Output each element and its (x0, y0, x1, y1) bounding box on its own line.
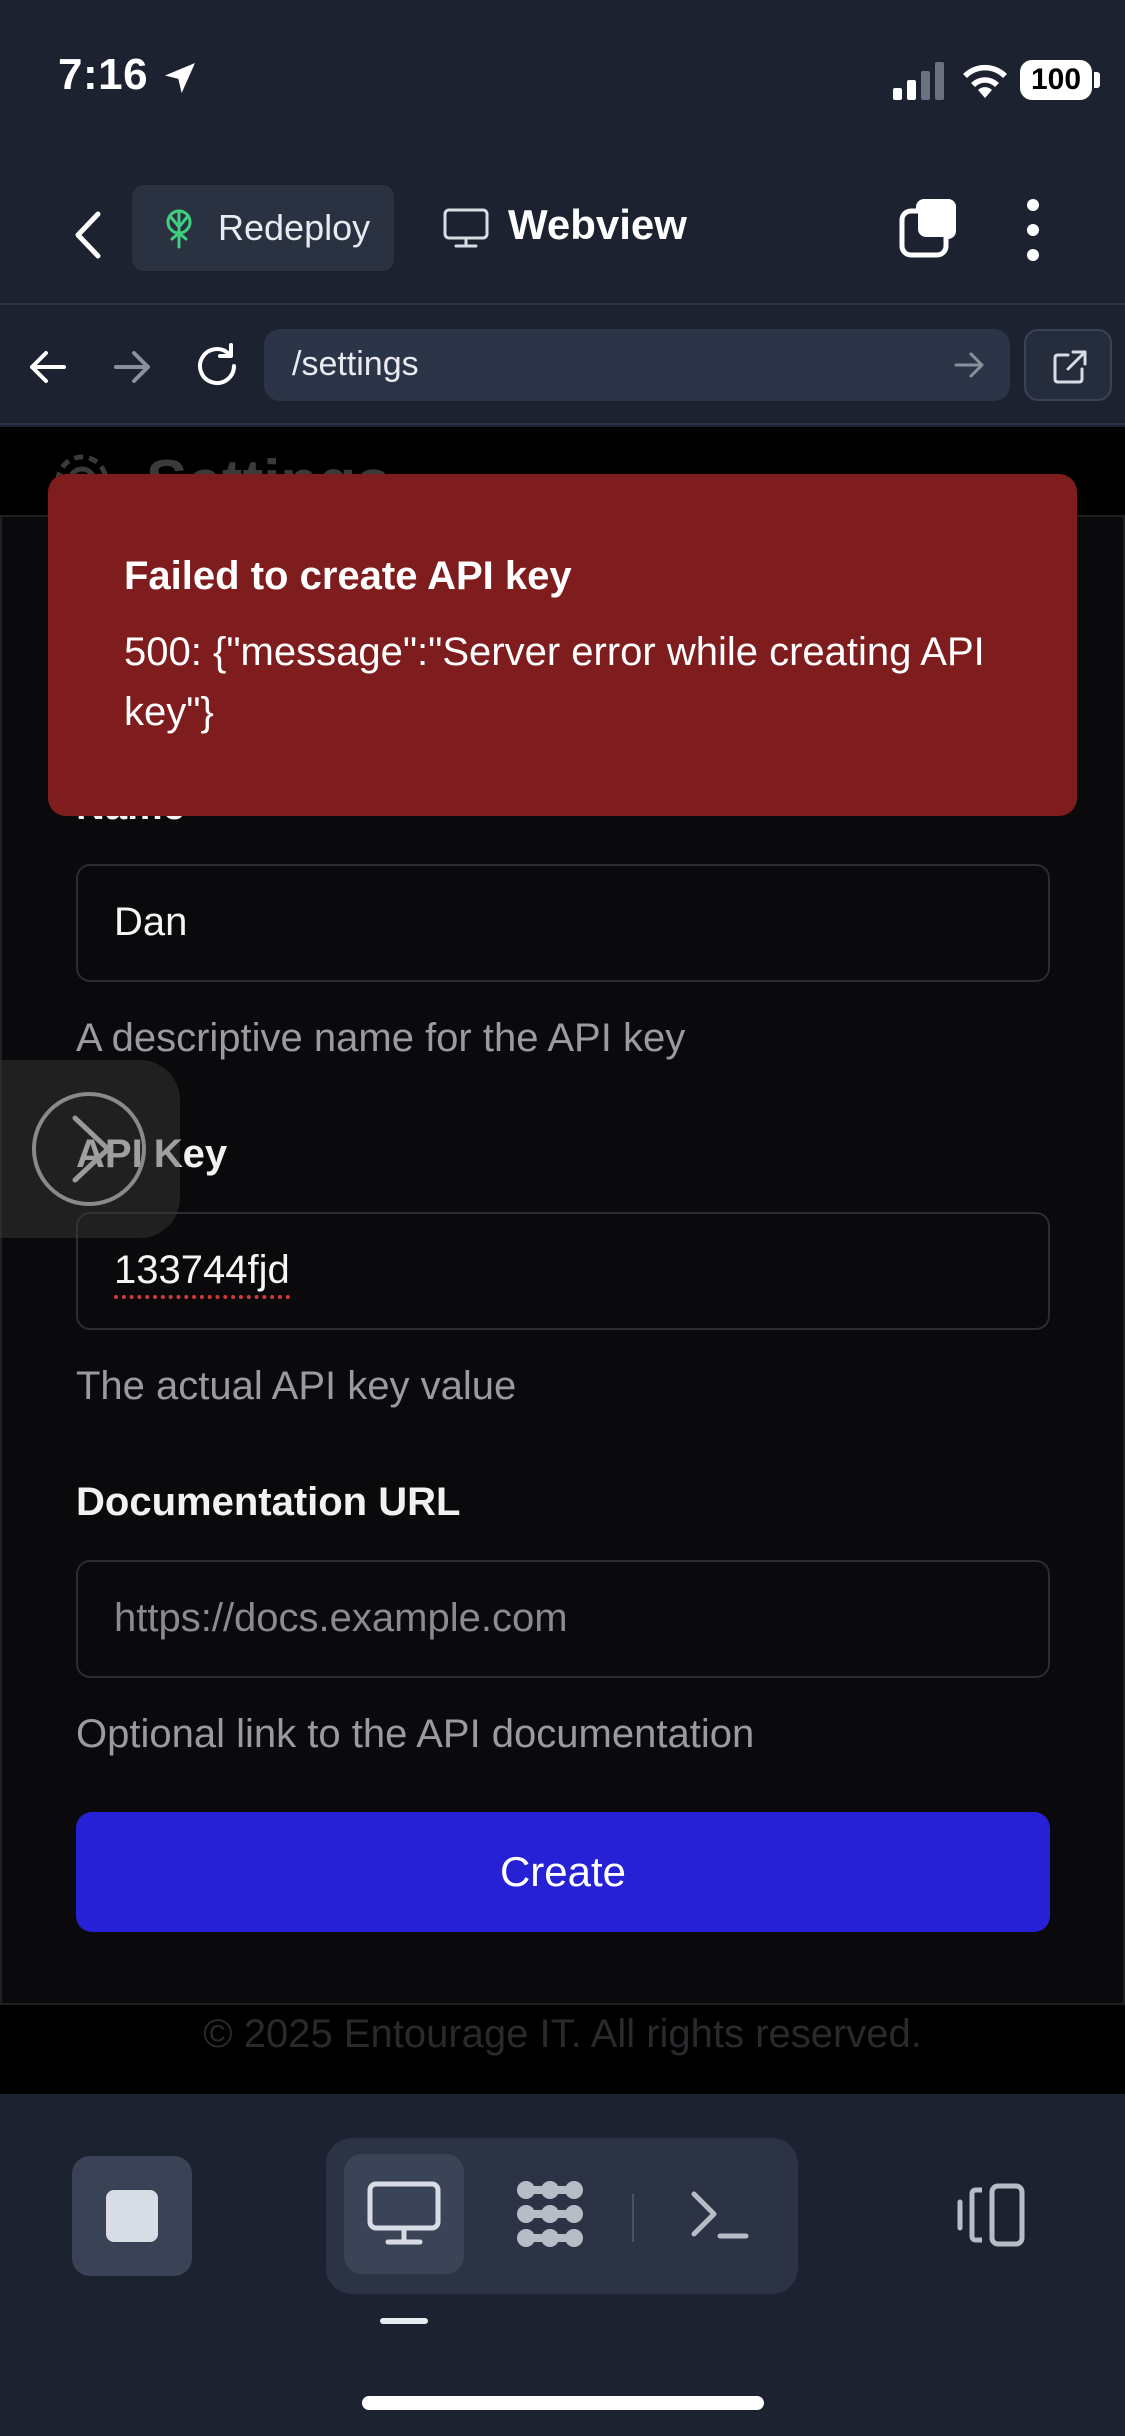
name-input[interactable]: Dan (76, 864, 1050, 982)
back-chevron-icon[interactable] (60, 200, 120, 270)
view-switcher (326, 2138, 798, 2294)
url-text: /settings (292, 345, 419, 383)
url-input[interactable]: /settings (264, 329, 1010, 401)
location-arrow-icon (165, 63, 195, 93)
name-help-text: A descriptive name for the API key (76, 1016, 686, 1060)
battery-indicator: 100 (1020, 60, 1092, 100)
switcher-divider (632, 2194, 634, 2242)
redeploy-tab-label: Redeploy (218, 207, 371, 248)
terminal-button[interactable] (660, 2154, 780, 2274)
api-key-input[interactable]: 133744fjd (76, 1212, 1050, 1330)
name-input-value: Dan (114, 900, 188, 944)
doc-url-field-label: Documentation URL (76, 1480, 461, 1524)
api-key-input-value: 133744fjd (114, 1248, 290, 1299)
wifi-icon (963, 64, 1007, 98)
status-time: 7:16 (58, 50, 149, 99)
active-tab-indicator (380, 2318, 428, 2324)
home-indicator (362, 2396, 764, 2410)
doc-url-help-text: Optional link to the API documentation (76, 1712, 755, 1756)
footer-copyright: © 2025 Entourage IT. All rights reserved… (203, 2012, 922, 2056)
toast-title: Failed to create API key (124, 554, 572, 598)
webview-title: Webview (508, 201, 687, 248)
split-view-icon[interactable] (956, 2182, 1026, 2248)
reload-icon[interactable] (192, 341, 242, 391)
doc-url-input[interactable]: https://docs.example.com (76, 1560, 1050, 1678)
error-toast[interactable]: Failed to create API key 500: {"message"… (48, 474, 1077, 816)
monitor-icon (367, 2181, 441, 2245)
api-key-help-text: The actual API key value (76, 1364, 517, 1408)
app-grid-button[interactable] (490, 2154, 610, 2274)
arrow-right-icon[interactable] (108, 345, 156, 389)
signal-icon (893, 62, 944, 100)
stop-icon (106, 2190, 158, 2242)
toast-message: 500: {"message":"Server error while crea… (124, 630, 985, 734)
floating-expand-handle[interactable] (0, 1060, 180, 1238)
url-bar: /settings (0, 307, 1125, 425)
monitor-icon (443, 208, 489, 248)
open-external-button[interactable] (1024, 329, 1112, 401)
tabs-icon[interactable] (896, 195, 962, 261)
open-external-icon (1053, 350, 1087, 384)
arrow-left-icon[interactable] (24, 345, 72, 389)
arrow-right-icon[interactable] (952, 349, 986, 381)
app-header: Redeploy Webview (0, 165, 1125, 305)
redeploy-logo-icon (166, 209, 192, 249)
terminal-icon (691, 2191, 749, 2239)
status-bar: 7:16 100 (0, 0, 1125, 165)
chevron-right-icon (32, 1092, 146, 1206)
webview-mode-button[interactable] (344, 2154, 464, 2274)
more-vertical-icon[interactable] (1018, 195, 1048, 265)
doc-url-placeholder: https://docs.example.com (114, 1596, 568, 1640)
create-button[interactable]: Create (76, 1812, 1050, 1932)
stop-button[interactable] (72, 2156, 192, 2276)
battery-nub (1094, 72, 1100, 88)
bottom-toolbar (0, 2094, 1125, 2436)
grid-icon (517, 2181, 583, 2247)
redeploy-tab[interactable]: Redeploy (132, 185, 394, 271)
